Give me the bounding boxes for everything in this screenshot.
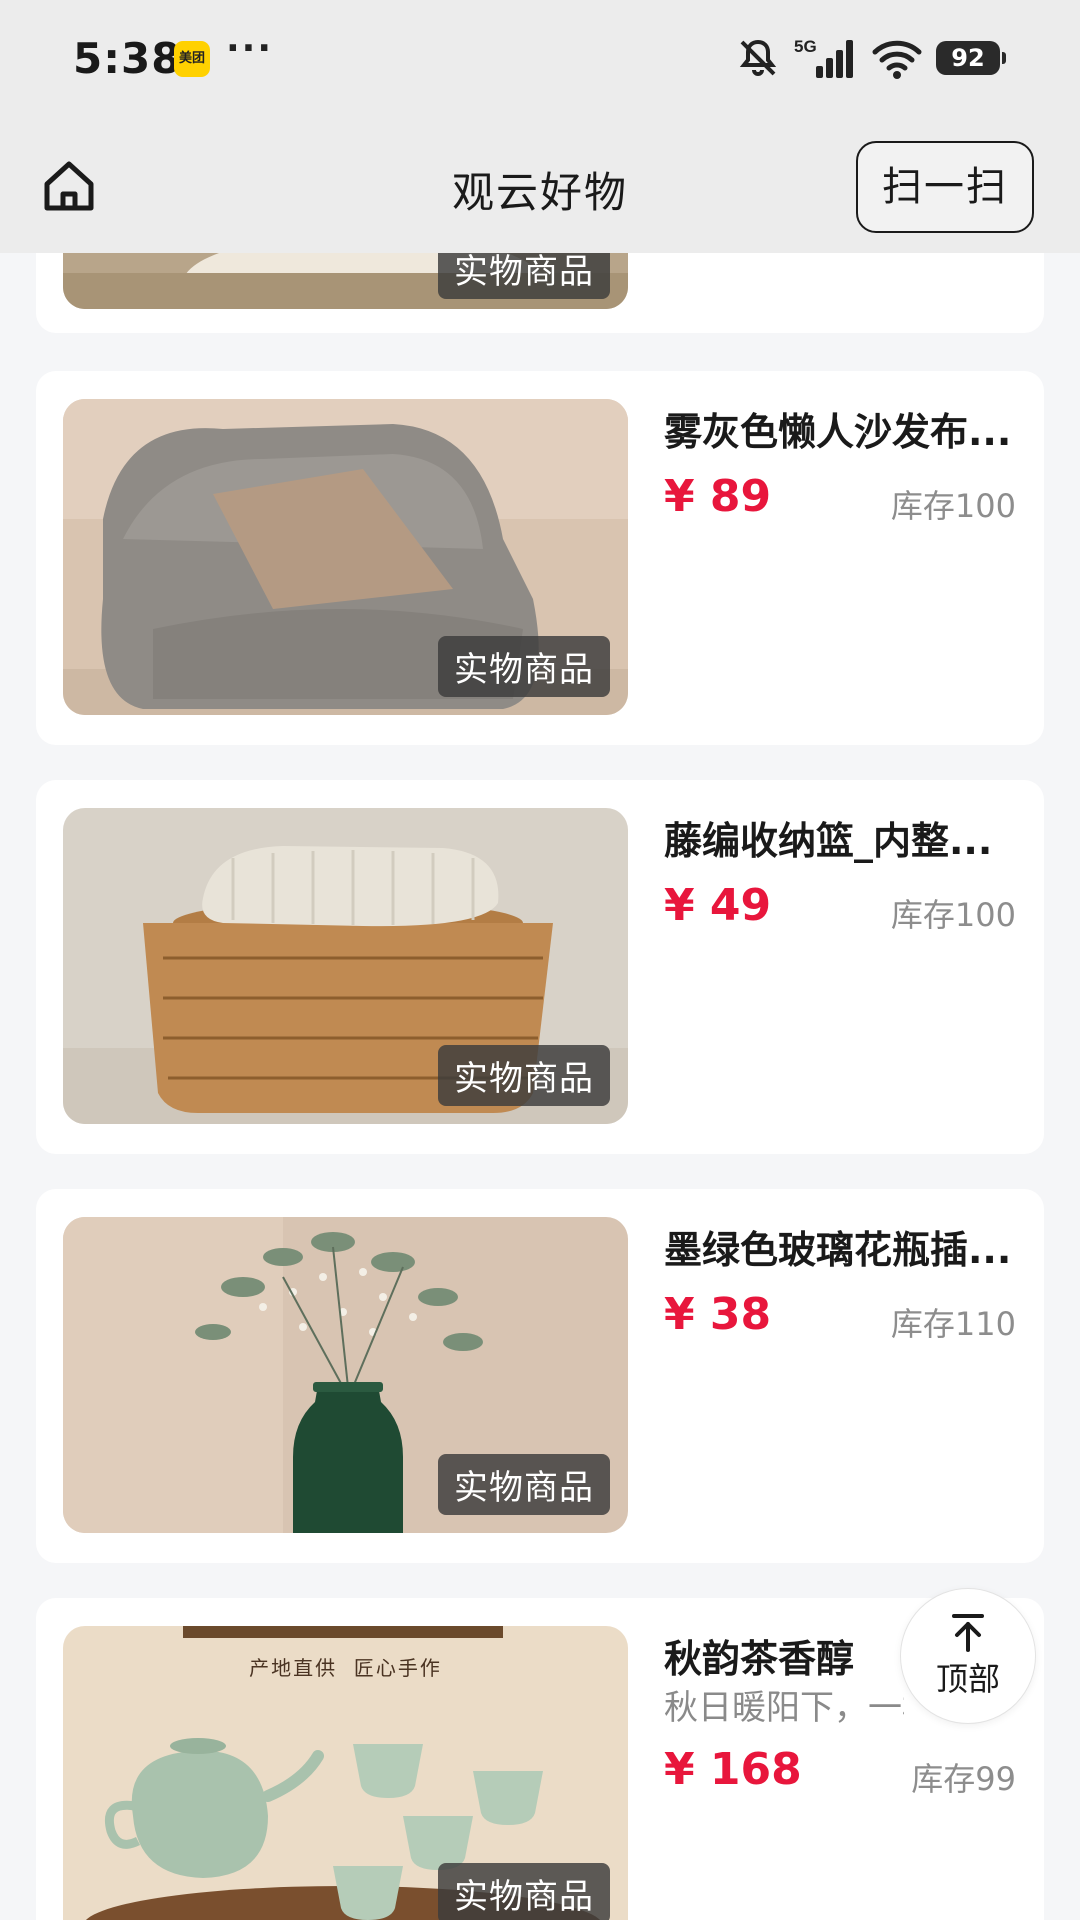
product-stock: 库存100 (890, 487, 1016, 525)
product-card[interactable]: 实物商品 (36, 253, 1044, 333)
product-card[interactable]: 实物商品 雾灰色懒人沙发布... ¥ 89 库存100 (36, 371, 1044, 745)
product-price: ¥ 38 (664, 1289, 772, 1340)
product-price: ¥ 168 (664, 1744, 802, 1795)
back-to-top-button[interactable]: 顶部 (900, 1588, 1036, 1724)
product-image: 实物商品 (63, 399, 628, 715)
product-tag: 实物商品 (438, 1454, 610, 1515)
product-price: ¥ 89 (664, 471, 772, 522)
product-subtitle: 秋日暖阳下，一杯 (664, 1688, 904, 1728)
product-tag: 实物商品 (438, 636, 610, 697)
signal-5g-icon: 5G (794, 37, 853, 78)
product-tag: 实物商品 (438, 1863, 610, 1920)
battery-indicator: 92 (936, 41, 1006, 75)
product-stock: 库存99 (911, 1760, 1016, 1798)
wifi-icon (872, 40, 922, 79)
product-image: 产地直供 匠心手作 实物商品 (63, 1626, 628, 1920)
scan-button[interactable]: 扫一扫 (856, 141, 1034, 233)
product-name: 秋韵茶香醇 (664, 1637, 855, 1681)
status-bar: 5:38 美团 ··· 5G 92 (0, 0, 1080, 115)
back-to-top-label: 顶部 (935, 1660, 1000, 1698)
product-card[interactable]: 产地直供 匠心手作 实物商品 秋韵茶香醇 秋日暖阳下，一杯 ¥ 168 库存99 (36, 1598, 1044, 1920)
product-price: ¥ 49 (664, 880, 772, 931)
nav-bar: 观云好物 扫一扫 (0, 115, 1080, 253)
mute-icon (739, 39, 777, 76)
product-stock: 库存100 (890, 896, 1016, 934)
product-tag: 实物商品 (438, 253, 610, 299)
product-image: 实物商品 (63, 1217, 628, 1533)
system-icons: 5G 92 (736, 36, 1006, 80)
product-name: 雾灰色懒人沙发布... (664, 410, 1012, 454)
network-type-label: 5G (794, 37, 817, 56)
product-name: 藤编收纳篮_内整... (664, 819, 993, 863)
product-card[interactable]: 实物商品 藤编收纳篮_内整... ¥ 49 库存100 (36, 780, 1044, 1154)
meituan-app-icon: 美团 (174, 41, 210, 77)
more-notifications-icon: ··· (226, 28, 274, 69)
product-name: 墨绿色玻璃花瓶插... (664, 1228, 1012, 1272)
arrow-up-icon (952, 1614, 984, 1652)
product-tag: 实物商品 (438, 1045, 610, 1106)
product-image: 实物商品 (63, 808, 628, 1124)
product-stock: 库存110 (890, 1305, 1016, 1343)
product-image: 实物商品 (63, 253, 628, 309)
status-time: 5:38 (73, 34, 182, 83)
product-image-caption: 产地直供 匠心手作 (249, 1656, 442, 1680)
product-card[interactable]: 实物商品 墨绿色玻璃花瓶插... ¥ 38 库存110 (36, 1189, 1044, 1563)
